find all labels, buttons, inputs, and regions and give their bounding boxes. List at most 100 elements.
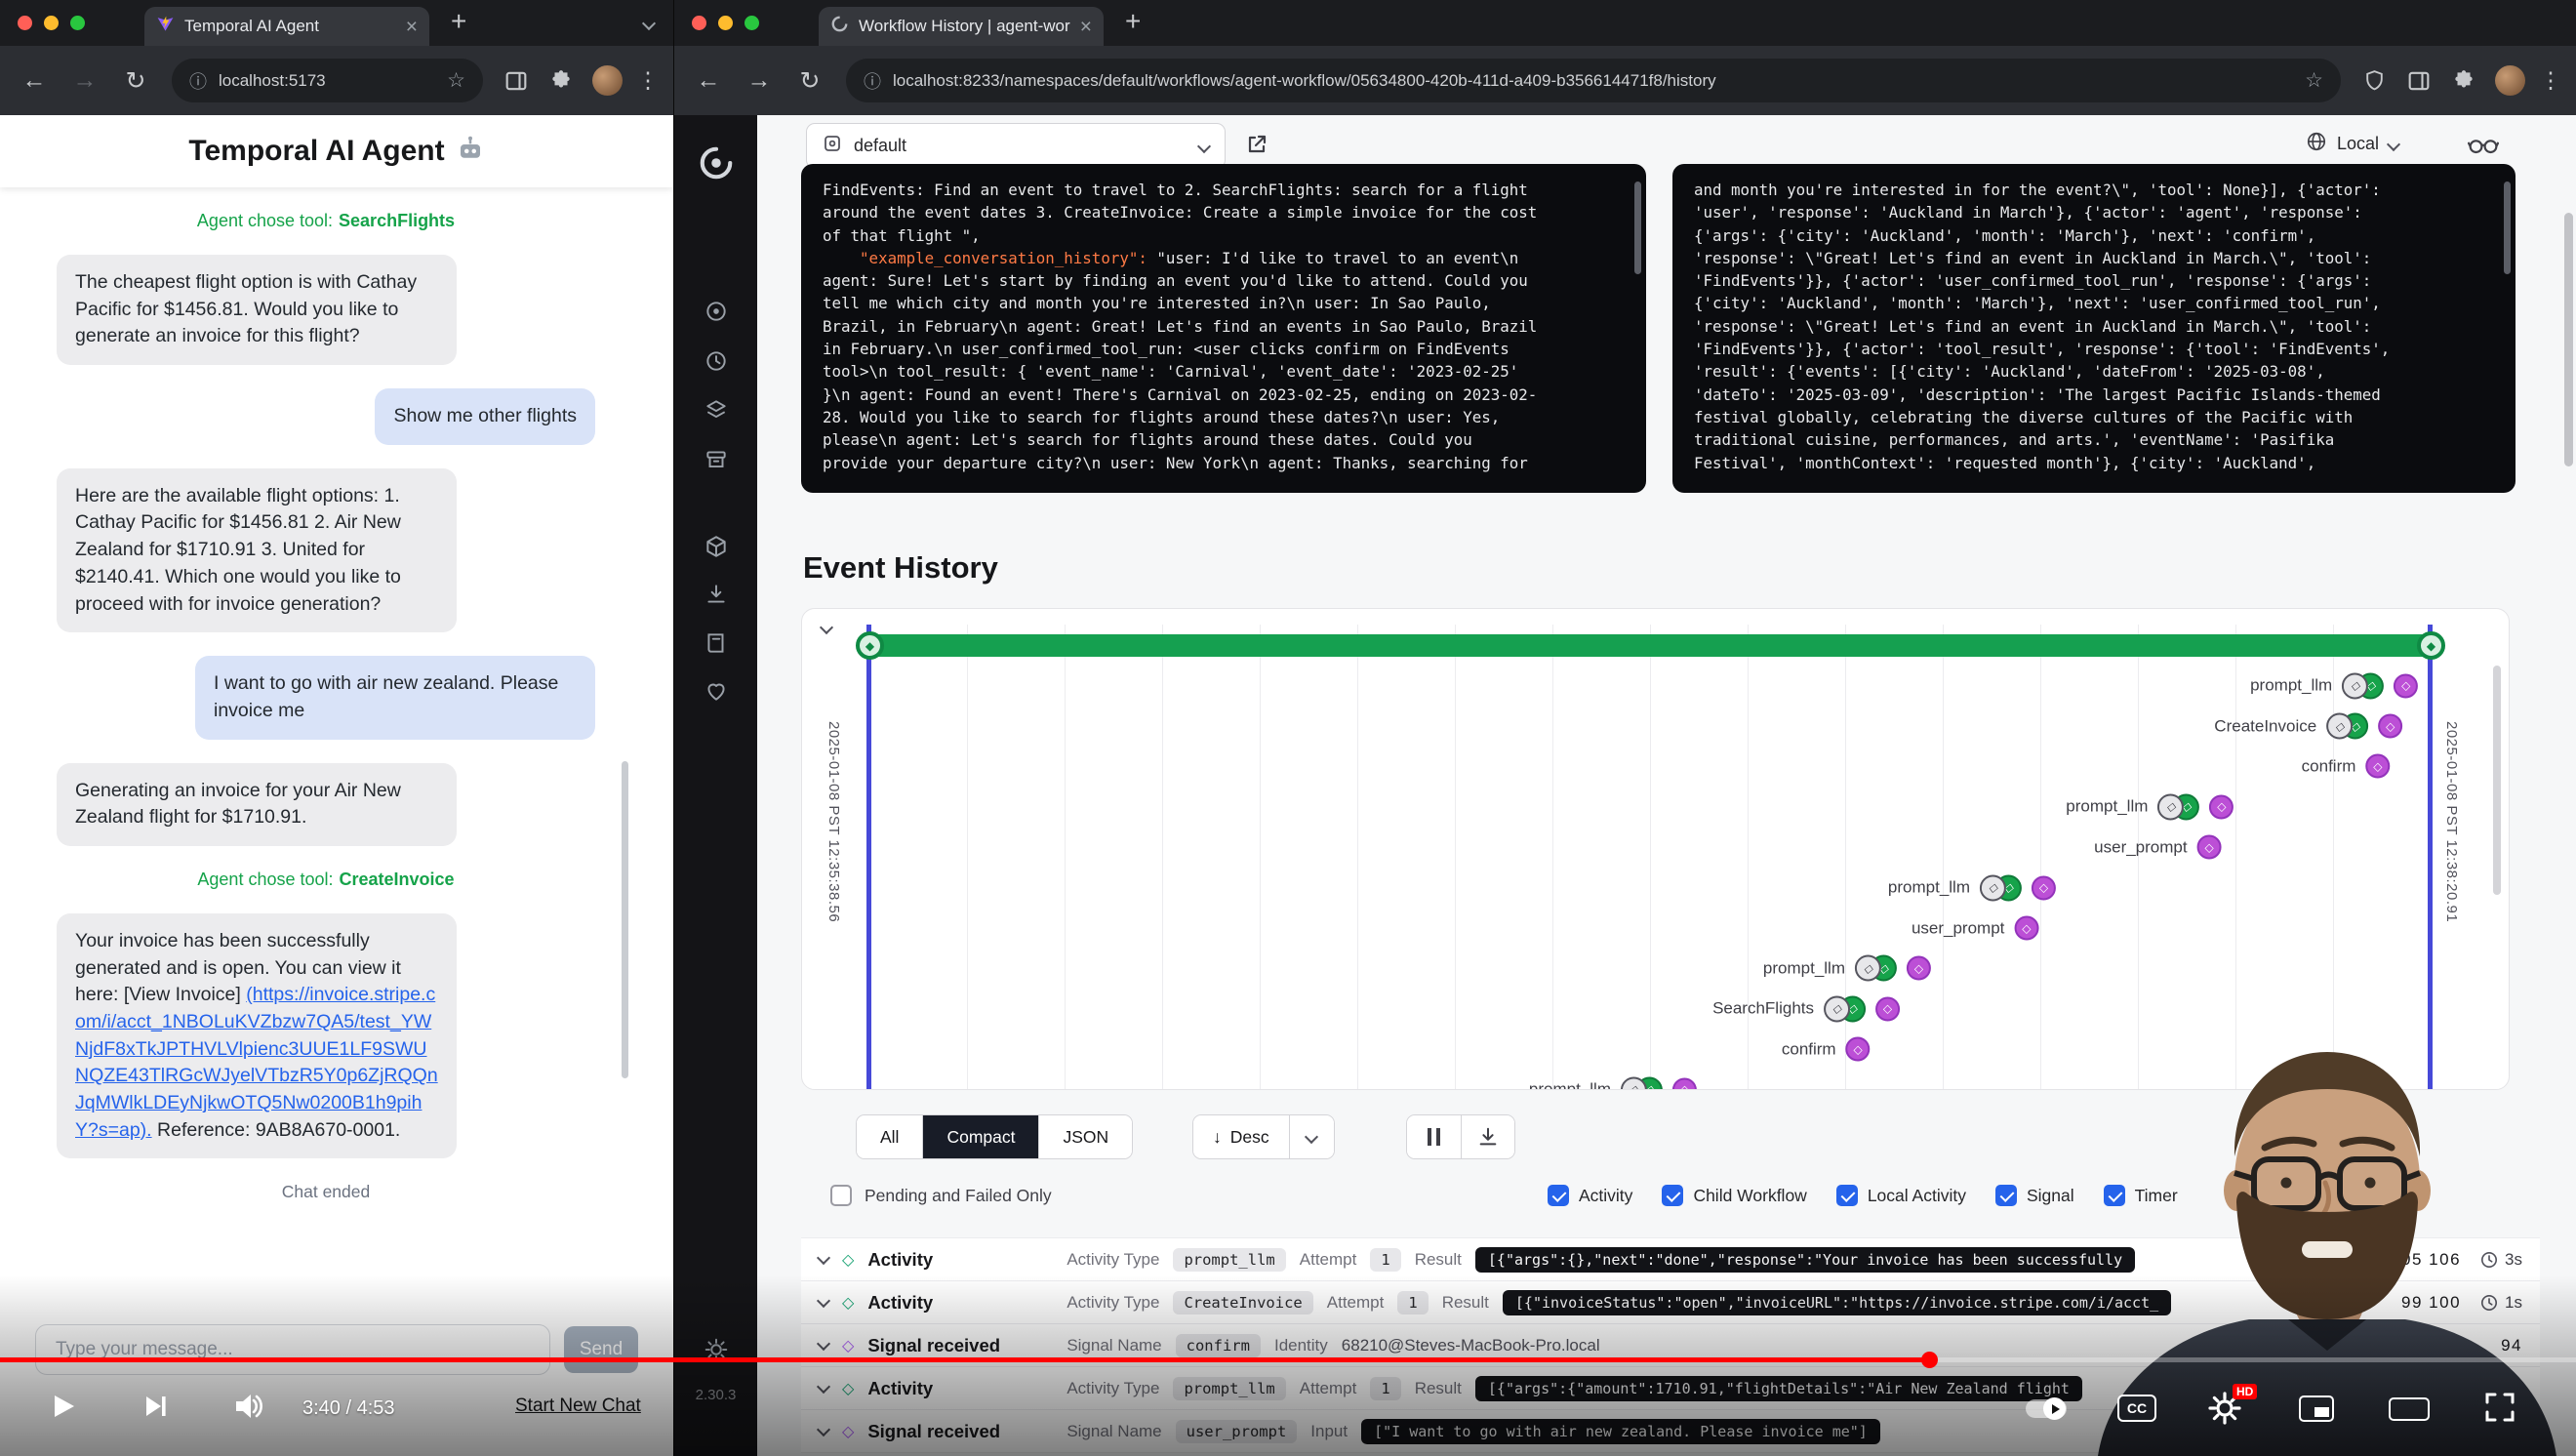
view-mode-tab[interactable]: JSON [1039,1115,1132,1158]
event-type-filter[interactable]: Signal [1995,1185,2074,1206]
expand-row-chevron-icon[interactable] [817,1250,830,1264]
timeline-row[interactable]: user_prompt [869,908,2431,948]
browser-tab[interactable]: Temporal AI Agent × [144,7,429,46]
fullscreen-button[interactable] [2483,1391,2516,1429]
signal-marker-icon[interactable] [2209,794,2234,819]
invoice-link[interactable]: (https://invoice.stripe.com/i/acct_1NBOL… [75,984,438,1140]
signal-marker-icon[interactable] [1875,996,1900,1021]
message-input[interactable] [35,1324,550,1375]
new-tab-button[interactable]: + [451,6,466,37]
forward-button[interactable]: → [737,66,782,95]
schedules-icon[interactable] [704,348,729,379]
activity-marker-icon[interactable] [1980,874,2022,901]
activity-marker-icon[interactable] [1855,955,1897,982]
sort-desc-button[interactable]: ↓ Desc [1193,1115,1289,1158]
feedback-heart-icon[interactable] [704,678,729,708]
timeline-row[interactable]: user_prompt [869,828,2431,868]
panel-scrollbar[interactable] [1634,182,1641,274]
workflow-start-marker[interactable] [856,631,884,660]
signal-marker-icon[interactable] [1907,956,1931,981]
chat-scroll-area[interactable]: Agent chose tool:SearchFlights The cheap… [0,187,673,1319]
window-controls[interactable] [692,16,759,30]
captions-button[interactable]: CC [2117,1395,2156,1422]
workflows-icon[interactable] [704,299,729,329]
autoplay-toggle[interactable] [2026,1399,2067,1418]
workflow-input-panel[interactable]: FindEvents: Find an event to travel to 2… [801,164,1646,493]
back-button[interactable]: ← [12,66,57,95]
collapse-timeline-icon[interactable] [820,621,833,634]
activity-marker-icon[interactable] [2326,713,2368,740]
checkbox-checked[interactable] [1995,1185,2017,1206]
site-info-icon[interactable]: ⓘ [189,68,207,94]
back-button[interactable]: ← [686,66,731,95]
zoom-window-button[interactable] [745,16,759,30]
panel-scrollbar[interactable] [2504,182,2511,274]
profile-avatar[interactable] [592,65,623,96]
miniplayer-button[interactable] [2299,1395,2334,1422]
view-mode-tab[interactable]: All [857,1115,923,1158]
nexus-icon[interactable] [704,534,729,564]
close-window-button[interactable] [18,16,32,30]
theme-toggle-icon[interactable] [704,1337,729,1367]
timeline-row[interactable]: prompt_llm [869,868,2431,908]
page-scrollbar[interactable] [2564,213,2573,466]
minimize-window-button[interactable] [44,16,59,30]
close-window-button[interactable] [692,16,706,30]
browser-menu-icon[interactable]: ⋮ [634,67,662,94]
browser-tab[interactable]: Workflow History | agent-wor × [819,7,1104,46]
side-panel-icon[interactable] [2399,67,2438,95]
reload-button[interactable]: ↻ [113,66,158,96]
extensions-puzzle-icon[interactable] [542,68,581,94]
namespaces-icon[interactable] [704,397,729,427]
address-bar[interactable]: ⓘ localhost:5173 ☆ [172,59,483,102]
player-progress-bar[interactable] [0,1357,2576,1362]
timeline-row[interactable]: prompt_llm [869,666,2431,706]
pause-autorefresh-button[interactable] [1407,1115,1461,1158]
shield-icon[interactable] [2355,68,2394,93]
timeline-row[interactable]: prompt_llm [869,787,2431,827]
event-type-filter[interactable]: Activity [1548,1185,1632,1206]
forward-button[interactable]: → [62,66,107,95]
checkbox-checked[interactable] [1836,1185,1858,1206]
profile-avatar[interactable] [2495,65,2525,96]
signal-marker-icon[interactable] [2014,916,2038,941]
signal-marker-icon[interactable] [2197,835,2222,860]
timeline-row[interactable]: confirm [869,747,2431,787]
side-panel-icon[interactable] [497,67,536,95]
import-icon[interactable] [704,582,729,612]
activity-marker-icon[interactable] [2342,672,2384,699]
event-type-filter[interactable]: Local Activity [1836,1185,1966,1206]
expand-row-chevron-icon[interactable] [817,1336,830,1350]
workflow-end-marker[interactable] [2417,631,2445,660]
workflow-duration-bar[interactable] [869,634,2431,657]
volume-button[interactable] [230,1389,265,1429]
view-mode-tab[interactable]: Compact [923,1115,1039,1158]
chat-scrollbar[interactable] [622,761,628,1078]
docs-icon[interactable] [704,630,729,661]
new-tab-button[interactable]: + [1125,6,1141,37]
codec-glasses-icon[interactable] [2468,133,2499,161]
expand-row-chevron-icon[interactable] [817,1293,830,1307]
event-type-filter[interactable]: Child Workflow [1662,1185,1806,1206]
reload-button[interactable]: ↻ [787,66,832,96]
window-controls[interactable] [18,16,85,30]
timeline-row[interactable]: CreateInvoice [869,706,2431,746]
signal-marker-icon[interactable] [2378,714,2402,739]
signal-marker-icon[interactable] [2032,875,2056,900]
signal-marker-icon[interactable] [1846,1037,1871,1062]
extensions-puzzle-icon[interactable] [2444,68,2483,94]
signal-marker-icon[interactable] [1672,1077,1697,1090]
signal-marker-icon[interactable] [2365,754,2390,779]
activity-marker-icon[interactable] [1621,1076,1663,1090]
bookmark-star-icon[interactable]: ☆ [2305,68,2323,93]
timeline-scrollbar[interactable] [2493,666,2501,895]
bookmark-star-icon[interactable]: ☆ [447,68,465,93]
zoom-window-button[interactable] [70,16,85,30]
cluster-select[interactable]: Local [2306,131,2398,157]
player-progress-knob[interactable] [1921,1352,1938,1368]
next-video-button[interactable] [140,1391,171,1427]
play-button[interactable] [46,1390,79,1428]
checkbox-checked[interactable] [1662,1185,1683,1206]
pending-failed-filter[interactable]: Pending and Failed Only [830,1185,1052,1206]
download-history-button[interactable] [1461,1115,1514,1158]
